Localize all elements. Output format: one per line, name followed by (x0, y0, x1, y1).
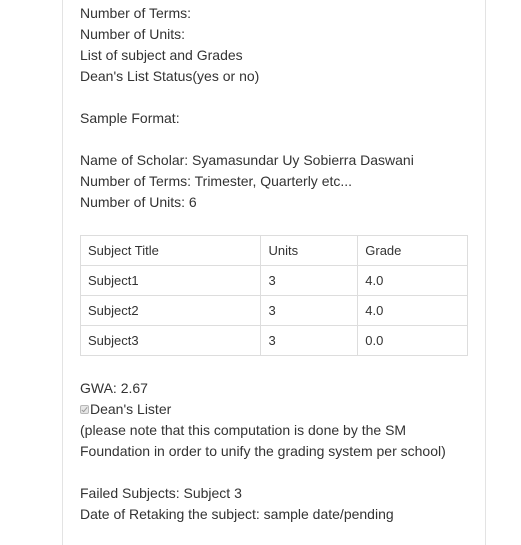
deans-lister-row: Dean's Lister (80, 399, 480, 420)
note-line-2: Foundation in order to unify the grading… (80, 443, 446, 459)
page: Number of Terms: Number of Units: List o… (0, 0, 521, 545)
sample-line-units: Number of Units: 6 (80, 194, 197, 210)
note-line-1: (please note that this computation is do… (80, 422, 407, 438)
failed-subjects-line: Failed Subjects: Subject 3 (80, 485, 242, 501)
intro-line-units: Number of Units: (80, 26, 186, 42)
intro-line-terms: Number of Terms: (80, 5, 191, 21)
deans-lister-checkbox[interactable] (80, 405, 89, 414)
intro-line-deans-list: Dean's List Status(yes or no) (80, 68, 260, 84)
cell-subject: Subject2 (79, 295, 262, 326)
cell-units: 3 (260, 295, 359, 326)
header-subject-title: Subject Title (79, 235, 262, 266)
intro-line-subjects: List of subject and Grades (80, 47, 243, 63)
cell-grade: 4.0 (357, 295, 468, 326)
cell-grade: 0.0 (357, 325, 468, 356)
header-grade: Grade (357, 235, 468, 266)
sample-line-terms: Number of Terms: Trimester, Quarterly et… (80, 173, 353, 189)
grades-table: Subject Title Units Grade Subject1 3 4.0… (79, 235, 468, 356)
table-row: Subject1 3 4.0 (79, 265, 468, 296)
cell-subject: Subject3 (79, 325, 262, 356)
table-row: Subject2 3 4.0 (79, 295, 468, 326)
cell-subject: Subject1 (79, 265, 262, 296)
deans-lister-label: Dean's Lister (90, 401, 172, 417)
cell-units: 3 (260, 265, 359, 296)
table-row: Subject3 3 0.0 (79, 325, 468, 356)
cell-grade: 4.0 (357, 265, 468, 296)
cell-units: 3 (260, 325, 359, 356)
gwa-text: GWA: 2.67 (80, 380, 148, 396)
retake-date-line: Date of Retaking the subject: sample dat… (80, 506, 394, 522)
sample-format-label: Sample Format: (80, 110, 180, 126)
sample-line-scholar: Name of Scholar: Syamasundar Uy Sobierra… (80, 152, 414, 168)
table-header-row: Subject Title Units Grade (79, 235, 468, 266)
post-content: Number of Terms: Number of Units: List o… (79, 3, 480, 525)
header-units: Units (260, 235, 359, 266)
